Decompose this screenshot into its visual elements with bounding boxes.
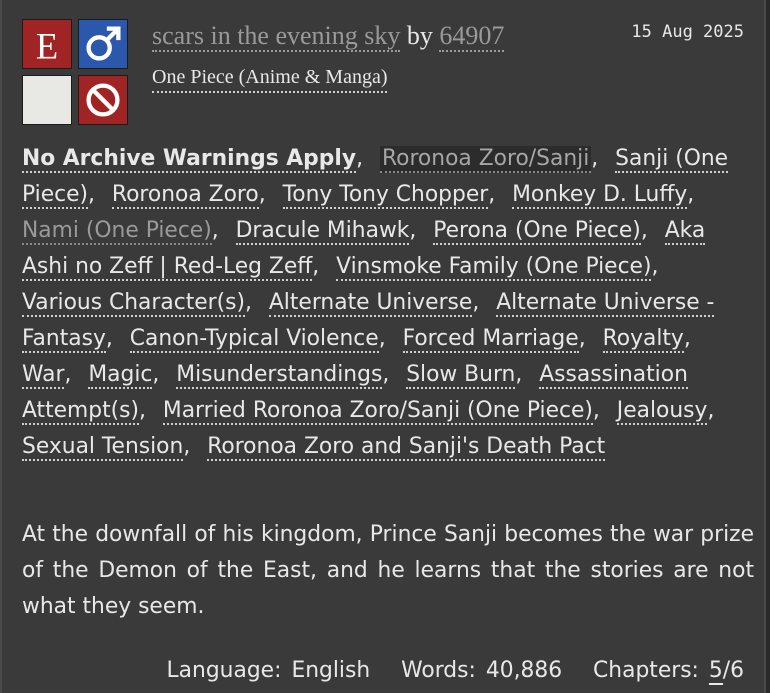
tag-separator: , [258, 182, 266, 207]
tag-separator: , [651, 254, 659, 279]
tag-separator: , [105, 326, 113, 351]
tag-separator: , [515, 362, 523, 387]
tag-separator: , [139, 398, 146, 423]
tag-separator: , [488, 182, 496, 207]
tag-link[interactable]: Royalty [602, 326, 684, 353]
blank-warning-icon[interactable] [22, 75, 72, 125]
tag-separator: , [312, 254, 320, 279]
male-symbol-icon[interactable] [78, 19, 128, 69]
tag-link[interactable]: Slow Burn [406, 362, 516, 389]
tag-separator: , [64, 362, 72, 387]
rating-explicit-icon[interactable]: E [22, 19, 72, 69]
tag-separator: , [356, 146, 364, 171]
summary: At the downfall of his kingdom, Prince S… [22, 522, 754, 619]
tag-separator: , [683, 326, 691, 351]
tag-separator: , [687, 182, 695, 207]
work-heading: scars in the evening sky by 64907 [152, 20, 592, 52]
tag-link[interactable]: War [22, 362, 65, 389]
tag-link[interactable]: Alternate Universe [268, 290, 473, 317]
work-title-link[interactable]: scars in the evening sky [152, 21, 401, 52]
tag-link[interactable]: Magic [88, 362, 153, 389]
warning-tag[interactable]: No Archive Warnings Apply [22, 146, 357, 173]
tag-separator: , [640, 218, 648, 243]
tag-link[interactable]: Roronoa Zoro/Sanji [379, 146, 592, 173]
required-tags: E [22, 19, 130, 127]
tag-link[interactable]: Nami (One Piece) [22, 218, 212, 245]
tag-separator: , [382, 362, 390, 387]
tag-separator: , [592, 398, 600, 423]
tag-separator: , [211, 218, 219, 243]
tag-separator: , [591, 146, 599, 171]
words-value: 40,886 [485, 658, 563, 683]
tag-separator: , [409, 218, 417, 243]
tag-separator: , [472, 290, 480, 315]
tag-link[interactable]: Dracule Mihawk [235, 218, 410, 245]
tag-separator: , [152, 362, 160, 387]
tag-separator: , [88, 182, 95, 207]
publish-date: 15 Aug 2025 [631, 22, 744, 42]
tag-link[interactable]: Perona (One Piece) [433, 218, 641, 245]
chapters-label: Chapters: [593, 658, 699, 683]
work-blurb: E scars in the evening sky by 64907 One … [0, 0, 766, 693]
latest-chapter-link[interactable]: 5 [708, 658, 723, 685]
tag-separator: , [378, 326, 386, 351]
tag-link[interactable]: Forced Marriage [402, 326, 579, 353]
words-label: Words: [401, 658, 476, 683]
tag-separator: , [183, 434, 191, 459]
svg-text:E: E [36, 25, 58, 66]
tag-link[interactable]: Misunderstandings [176, 362, 383, 389]
tag-list: No Archive Warnings Apply, Roronoa Zoro/… [22, 141, 752, 465]
tag-separator: , [578, 326, 586, 351]
tag-link[interactable]: Sexual Tension [22, 434, 184, 461]
fandom-link[interactable]: One Piece (Anime & Manga) [152, 63, 388, 93]
language-value: English [291, 658, 371, 683]
tag-link[interactable]: Roronoa Zoro and Sanji's Death Pact [207, 434, 606, 461]
tag-link[interactable]: Married Roronoa Zoro/Sanji (One Piece) [162, 398, 593, 425]
incomplete-icon[interactable] [78, 75, 128, 125]
tag-link[interactable]: Canon-Typical Violence [129, 326, 379, 353]
language-label: Language: [166, 658, 282, 683]
tag-link[interactable]: Tony Tony Chopper [282, 182, 489, 209]
author-link[interactable]: 64907 [439, 21, 505, 52]
stats: Language: English Words: 40,886 Chapters: 5… [143, 655, 744, 687]
by-text: by [406, 21, 433, 50]
tag-link[interactable]: Vinsmoke Family (One Piece) [336, 254, 652, 281]
tag-separator: , [707, 398, 715, 423]
tag-link[interactable]: Various Character(s) [22, 290, 246, 317]
tag-link[interactable]: Monkey D. Luffy [512, 182, 688, 209]
tag-separator: , [245, 290, 252, 315]
tag-link[interactable]: Roronoa Zoro [111, 182, 259, 209]
chapters-total: /6 [722, 658, 744, 683]
tag-link[interactable]: Jealousy [616, 398, 708, 425]
